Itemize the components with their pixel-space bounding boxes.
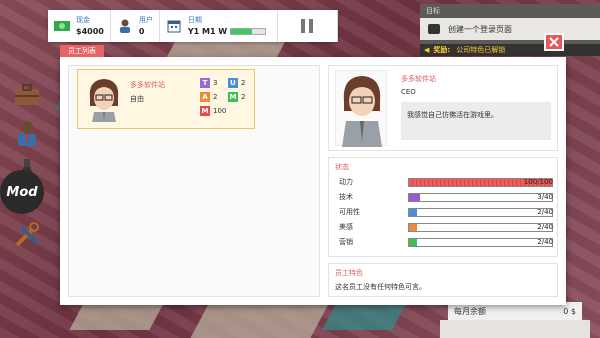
goal-title: 目标 (426, 7, 440, 15)
stat-name: 可用性 (339, 208, 360, 216)
employee-name: 多多软件站 (130, 81, 165, 89)
employee-dialog: 员工列表 多多软件站 自由 T 3 U 2 A 2 M 2 M 100 多多软件… (60, 33, 566, 305)
monthly-panel-footer (440, 320, 590, 338)
stat-row: 动力 100/100 (339, 176, 553, 188)
profile-role: CEO (401, 88, 416, 96)
stat-name: 美感 (339, 223, 353, 231)
stat-bar-fill (409, 193, 421, 201)
stat-name: 技术 (339, 193, 353, 201)
employee-list: 多多软件站 自由 T 3 U 2 A 2 M 2 M 100 (68, 65, 320, 297)
date-value: Y1 M1 W (187, 27, 228, 36)
skill-badge: M (200, 106, 210, 116)
skill-tech: T 3 (200, 78, 217, 88)
dialog-tab-label: 员工列表 (60, 45, 104, 57)
goal-task-text: 创建一个登录页面 (448, 24, 512, 34)
skill-badge: U (228, 78, 238, 88)
briefcase-icon[interactable] (10, 78, 44, 112)
stat-bar-fill (409, 223, 417, 231)
stats-title: 状态 (335, 163, 349, 171)
cash-icon (54, 18, 70, 34)
goal-reward: ◀ 奖励: 公司特色已解锁 (420, 44, 600, 56)
stat-row: 可用性 2/40 (339, 206, 553, 218)
users-display: 用户 0 (111, 10, 160, 42)
stat-name: 营销 (339, 238, 353, 246)
monthly-value: 0 $ (563, 306, 576, 316)
pause-icon (301, 19, 306, 33)
skill-usability: U 2 (228, 78, 245, 88)
employee-icon[interactable] (10, 116, 44, 150)
reward-text: 公司特色已解锁 (456, 46, 506, 54)
stat-bar-fill (409, 238, 417, 246)
skill-marketing: M 2 (228, 92, 245, 102)
skill-motivation: M 100 (200, 106, 226, 116)
monthly-label: 每月余额 (454, 306, 486, 316)
stat-row: 美感 2/40 (339, 221, 553, 233)
stat-value: 100/100 (523, 178, 553, 186)
users-value: 0 (138, 27, 145, 36)
employee-status: 自由 (130, 95, 144, 103)
profile-card: 多多软件站 CEO 我感觉自己仿佛活在游戏里。 (328, 65, 558, 151)
skill-value: 2 (241, 93, 246, 101)
mod-button[interactable]: Mod (0, 170, 44, 214)
reward-label: 奖励: (433, 46, 451, 54)
skill-badge: A (200, 92, 210, 102)
employee-list-item[interactable]: 多多软件站 自由 T 3 U 2 A 2 M 2 M 100 (77, 69, 255, 129)
pause-button[interactable] (278, 10, 338, 42)
stat-bar-fill (409, 208, 417, 216)
stat-value: 2/40 (537, 238, 553, 246)
employee-avatar (84, 76, 124, 122)
goal-task[interactable]: 创建一个登录页面 (420, 18, 600, 40)
date-display: 日期 Y1 M1 W (160, 10, 278, 42)
money-display: 现金 $4000 (48, 10, 111, 42)
close-icon (549, 37, 559, 47)
stat-value: 3/40 (537, 193, 553, 201)
skill-badge: T (200, 78, 210, 88)
employee-detail: 多多软件站 CEO 我感觉自己仿佛活在游戏里。 状态 动力 100/100 技术… (328, 65, 558, 297)
money-label: 现金 (76, 16, 90, 24)
calendar-icon (166, 18, 182, 34)
stat-value: 2/40 (537, 208, 553, 216)
stat-value: 2/40 (537, 223, 553, 231)
money-value: $4000 (76, 27, 104, 36)
stat-row: 营销 2/40 (339, 236, 553, 248)
skill-badge: M (228, 92, 238, 102)
date-label: 日期 (187, 16, 202, 24)
week-progress (230, 28, 267, 35)
skill-value: 2 (241, 79, 246, 87)
skill-value: 3 (213, 79, 218, 87)
tool-sidebar (10, 78, 50, 256)
stats-panel: 状态 动力 100/100 技术 3/40 可用性 2/40 美感 2/40 营… (328, 157, 558, 257)
week-progress-fill (231, 29, 252, 34)
profile-avatar (335, 70, 387, 147)
skill-value: 2 (213, 93, 218, 101)
reward-arrow-icon: ◀ (424, 46, 430, 54)
traits-text: 这名员工没有任何特色可言。 (335, 283, 426, 291)
profile-quote: 我感觉自己仿佛活在游戏里。 (401, 102, 551, 140)
goal-panel: 目标 创建一个登录页面 ◀ 奖励: 公司特色已解锁 (420, 4, 600, 56)
skill-aesthetics: A 2 (200, 92, 217, 102)
wrench-icon[interactable] (10, 218, 44, 252)
users-label: 用户 (138, 16, 153, 24)
stat-row: 技术 3/40 (339, 191, 553, 203)
close-button[interactable] (544, 33, 564, 51)
profile-name: 多多软件站 (401, 75, 436, 83)
skill-value: 100 (213, 107, 227, 115)
stat-name: 动力 (339, 178, 353, 186)
person-icon (117, 18, 133, 34)
traits-panel: 员工特色 这名员工没有任何特色可言。 (328, 263, 558, 297)
goal-icon (428, 24, 440, 34)
traits-title: 员工特色 (335, 269, 363, 277)
top-hud: 现金 $4000 用户 0 日期 Y1 M1 W (48, 10, 338, 42)
